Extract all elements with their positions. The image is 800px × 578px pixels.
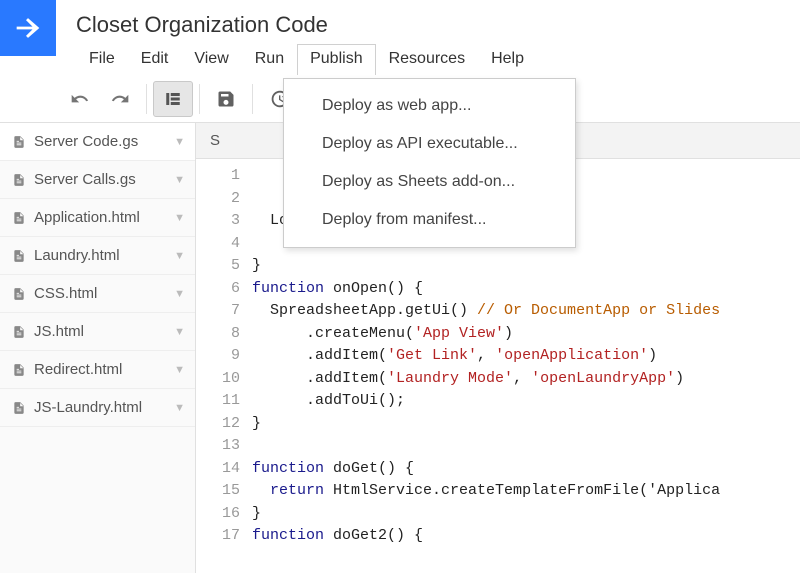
file-icon <box>12 400 26 416</box>
redo-button[interactable] <box>100 81 140 117</box>
undo-button[interactable] <box>60 81 100 117</box>
title-menu-block: Closet Organization Code FileEditViewRun… <box>56 0 800 75</box>
file-row[interactable]: Application.html ▼ <box>0 199 195 237</box>
editor-tab-label[interactable]: S <box>210 132 220 149</box>
redo-icon <box>110 89 130 109</box>
code-line: return HtmlService.createTemplateFromFil… <box>252 480 800 503</box>
line-number: 7 <box>196 300 240 323</box>
code-line: .addItem('Get Link', 'openApplication') <box>252 345 800 368</box>
line-number: 10 <box>196 368 240 391</box>
file-name: Server Calls.gs <box>34 171 166 188</box>
code-line: function doGet2() { <box>252 525 800 548</box>
file-row[interactable]: Laundry.html ▼ <box>0 237 195 275</box>
menu-resources[interactable]: Resources <box>376 44 478 75</box>
file-name: Server Code.gs <box>34 133 166 150</box>
menu-edit[interactable]: Edit <box>128 44 182 75</box>
code-line: } <box>252 255 800 278</box>
line-number: 15 <box>196 480 240 503</box>
chevron-down-icon[interactable]: ▼ <box>174 288 185 300</box>
line-number: 6 <box>196 278 240 301</box>
line-number: 1 <box>196 165 240 188</box>
line-number: 12 <box>196 413 240 436</box>
dropdown-item[interactable]: Deploy as Sheets add-on... <box>284 163 575 201</box>
sidebar-toggle-button[interactable] <box>153 81 193 117</box>
file-icon <box>12 362 26 378</box>
line-number: 2 <box>196 188 240 211</box>
file-name: Laundry.html <box>34 247 166 264</box>
code-line: SpreadsheetApp.getUi() // Or DocumentApp… <box>252 300 800 323</box>
file-row[interactable]: Redirect.html ▼ <box>0 351 195 389</box>
chevron-down-icon[interactable]: ▼ <box>174 136 185 148</box>
dropdown-item[interactable]: Deploy as web app... <box>284 87 575 125</box>
file-row[interactable]: Server Code.gs ▼ <box>0 123 195 161</box>
dropdown-item[interactable]: Deploy from manifest... <box>284 201 575 239</box>
file-name: JS-Laundry.html <box>34 399 166 416</box>
app-logo[interactable] <box>0 0 56 56</box>
file-row[interactable]: JS.html ▼ <box>0 313 195 351</box>
toolbar-separator <box>252 84 253 114</box>
code-line: .createMenu('App View') <box>252 323 800 346</box>
line-number: 5 <box>196 255 240 278</box>
file-icon <box>12 134 26 150</box>
publish-dropdown: Deploy as web app...Deploy as API execut… <box>283 78 576 248</box>
save-button[interactable] <box>206 81 246 117</box>
line-number: 4 <box>196 233 240 256</box>
line-number: 13 <box>196 435 240 458</box>
file-sidebar: Server Code.gs▼Server Calls.gs▼Applicati… <box>0 123 196 573</box>
line-number: 9 <box>196 345 240 368</box>
code-line: function onOpen() { <box>252 278 800 301</box>
code-line: } <box>252 503 800 526</box>
file-icon <box>12 248 26 264</box>
code-line: .addToUi(); <box>252 390 800 413</box>
code-line <box>252 435 800 458</box>
chevron-down-icon[interactable]: ▼ <box>174 326 185 338</box>
chevron-down-icon[interactable]: ▼ <box>174 174 185 186</box>
code-line: function doGet() { <box>252 458 800 481</box>
save-icon <box>216 89 236 109</box>
chevron-down-icon[interactable]: ▼ <box>174 364 185 376</box>
file-icon <box>12 210 26 226</box>
toolbar-separator <box>146 84 147 114</box>
header: Closet Organization Code FileEditViewRun… <box>0 0 800 75</box>
menu-view[interactable]: View <box>181 44 241 75</box>
line-number: 17 <box>196 525 240 548</box>
toolbar-separator <box>199 84 200 114</box>
file-row[interactable]: CSS.html ▼ <box>0 275 195 313</box>
file-name: JS.html <box>34 323 166 340</box>
chevron-down-icon[interactable]: ▼ <box>174 402 185 414</box>
line-number: 11 <box>196 390 240 413</box>
sidebar-toggle-icon <box>164 90 182 108</box>
file-name: Redirect.html <box>34 361 166 378</box>
chevron-down-icon[interactable]: ▼ <box>174 250 185 262</box>
menu-publish[interactable]: Publish <box>297 44 375 75</box>
dropdown-item[interactable]: Deploy as API executable... <box>284 125 575 163</box>
project-title[interactable]: Closet Organization Code <box>76 8 800 44</box>
arrow-right-icon <box>11 11 45 45</box>
code-line: .addItem('Laundry Mode', 'openLaundryApp… <box>252 368 800 391</box>
menu-bar: FileEditViewRunPublishResourcesHelp <box>76 44 800 75</box>
chevron-down-icon[interactable]: ▼ <box>174 212 185 224</box>
file-name: CSS.html <box>34 285 166 302</box>
file-row[interactable]: JS-Laundry.html ▼ <box>0 389 195 427</box>
menu-run[interactable]: Run <box>242 44 297 75</box>
file-name: Application.html <box>34 209 166 226</box>
line-number: 14 <box>196 458 240 481</box>
undo-icon <box>70 89 90 109</box>
file-icon <box>12 324 26 340</box>
code-line: } <box>252 413 800 436</box>
line-number: 3 <box>196 210 240 233</box>
line-gutter: 1234567891011121314151617 <box>196 159 252 573</box>
line-number: 8 <box>196 323 240 346</box>
menu-help[interactable]: Help <box>478 44 537 75</box>
file-row[interactable]: Server Calls.gs ▼ <box>0 161 195 199</box>
line-number: 16 <box>196 503 240 526</box>
file-icon <box>12 172 26 188</box>
file-icon <box>12 286 26 302</box>
menu-file[interactable]: File <box>76 44 128 75</box>
